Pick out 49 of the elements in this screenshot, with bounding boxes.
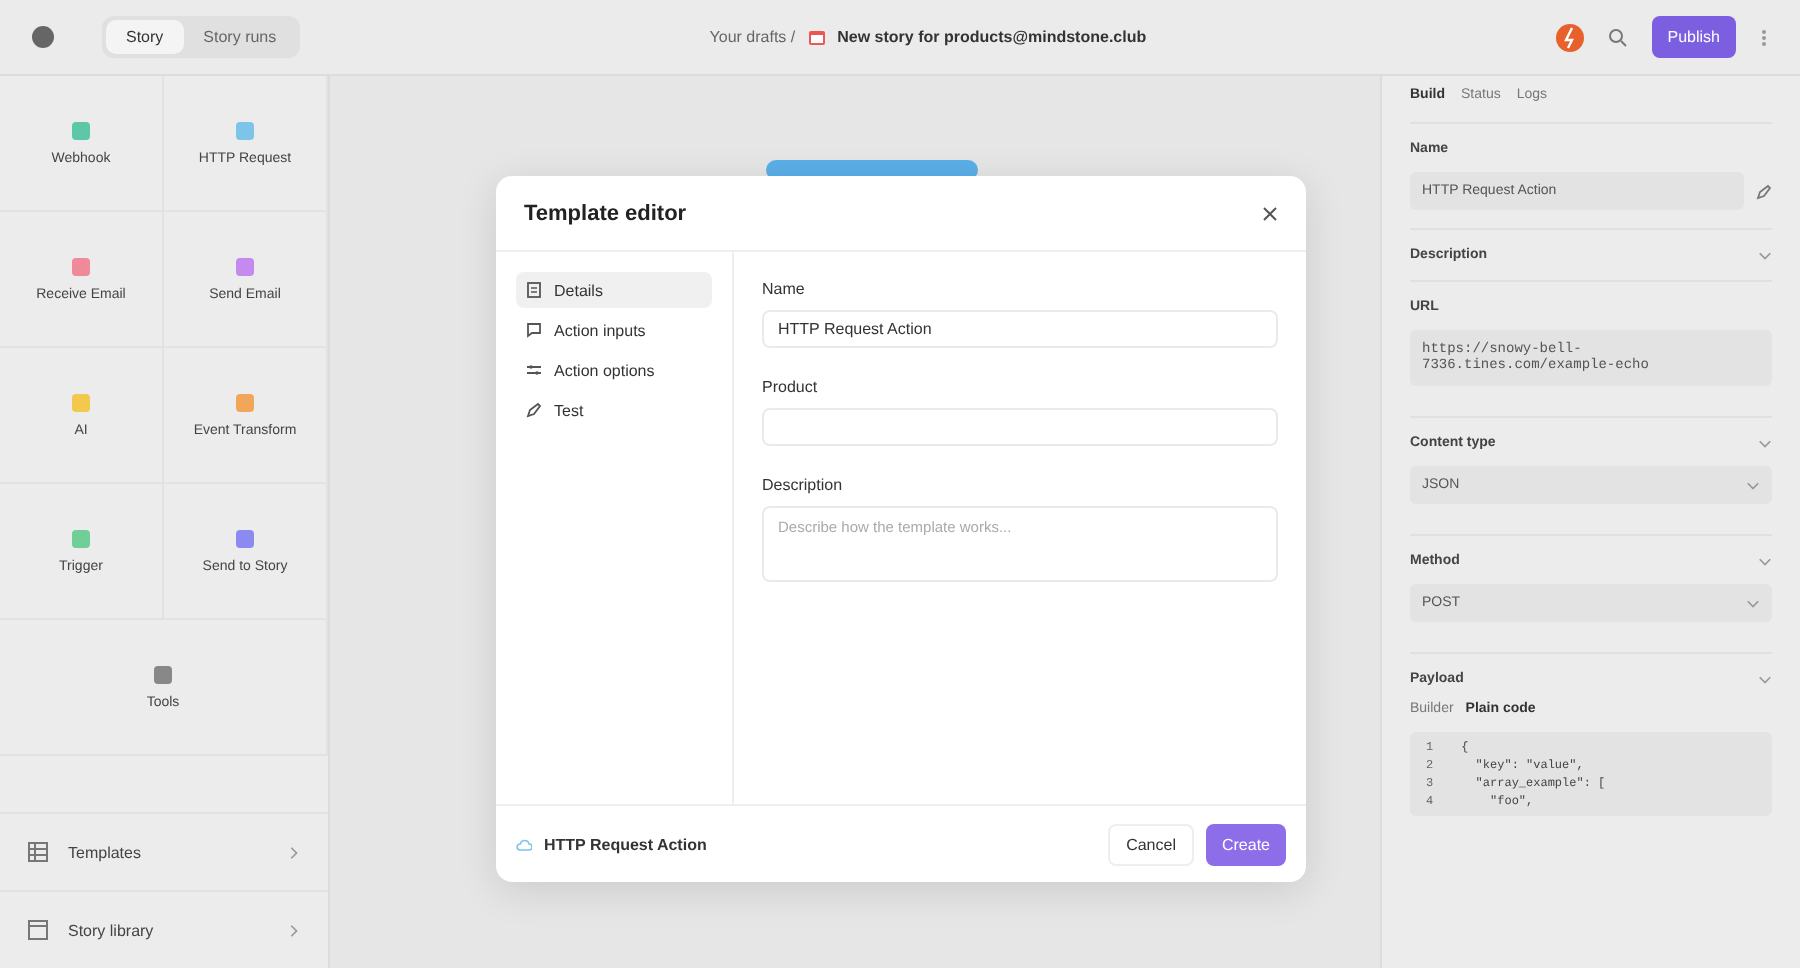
tool-icon[interactable] [72, 257, 90, 275]
search-icon[interactable] [1607, 27, 1628, 47]
tab[interactable]: Story runs [183, 20, 297, 54]
publish-button[interactable]: Publish [1651, 16, 1736, 58]
template-name: HTTP Request Action [544, 835, 709, 853]
tool-icon[interactable] [236, 529, 254, 547]
nav-item[interactable]: Test [516, 392, 712, 428]
sliders-icon [526, 362, 542, 378]
create-button[interactable]: Create [1205, 823, 1286, 865]
chevron-icon [1746, 596, 1760, 610]
pencil-icon [526, 402, 542, 418]
dialog-title: Template editor [524, 201, 687, 225]
grid-icon [28, 842, 48, 862]
nav-item[interactable]: Action options [516, 352, 712, 388]
more-icon[interactable] [1760, 27, 1768, 47]
pencil-icon[interactable] [1756, 183, 1772, 199]
chevron-icon [1758, 672, 1772, 686]
input-field[interactable]: HTTP Request Action [762, 310, 1278, 348]
field-label: Product [762, 378, 820, 396]
tool-icon[interactable] [236, 121, 254, 139]
field-label: Name [762, 280, 807, 298]
chevron-icon [1746, 478, 1760, 492]
tool-icon[interactable] [154, 665, 172, 683]
story-title: New story for products@mindstone.club [837, 28, 1147, 46]
tool-icon[interactable] [72, 121, 90, 139]
chevron-icon [1758, 436, 1772, 450]
breadcrumb[interactable]: Your drafts / [709, 28, 796, 46]
tool-icon[interactable] [236, 393, 254, 411]
chevron-icon [286, 845, 300, 859]
nav-item[interactable]: Action inputs [516, 312, 712, 348]
sidebar-link[interactable]: Story library [68, 921, 266, 939]
close-button[interactable] [1262, 205, 1278, 221]
document-icon [526, 282, 542, 298]
avatar-icon[interactable] [1555, 23, 1584, 51]
cancel-button[interactable]: Cancel [1108, 823, 1194, 865]
field-label: Description [762, 476, 845, 494]
tool-icon[interactable] [72, 393, 90, 411]
chevron-icon [1758, 248, 1772, 262]
chevron-icon [1758, 554, 1772, 568]
message-icon [526, 322, 542, 338]
tool-icon[interactable] [72, 529, 90, 547]
tab[interactable]: Story [106, 20, 184, 54]
logo-icon[interactable] [32, 26, 54, 48]
calendar-icon [807, 28, 826, 46]
chevron-icon [286, 923, 300, 937]
nav-item[interactable]: Details [516, 272, 712, 308]
sidebar-link[interactable]: Templates [68, 843, 266, 861]
tool-icon[interactable] [236, 257, 254, 275]
cloud-icon [516, 837, 532, 851]
